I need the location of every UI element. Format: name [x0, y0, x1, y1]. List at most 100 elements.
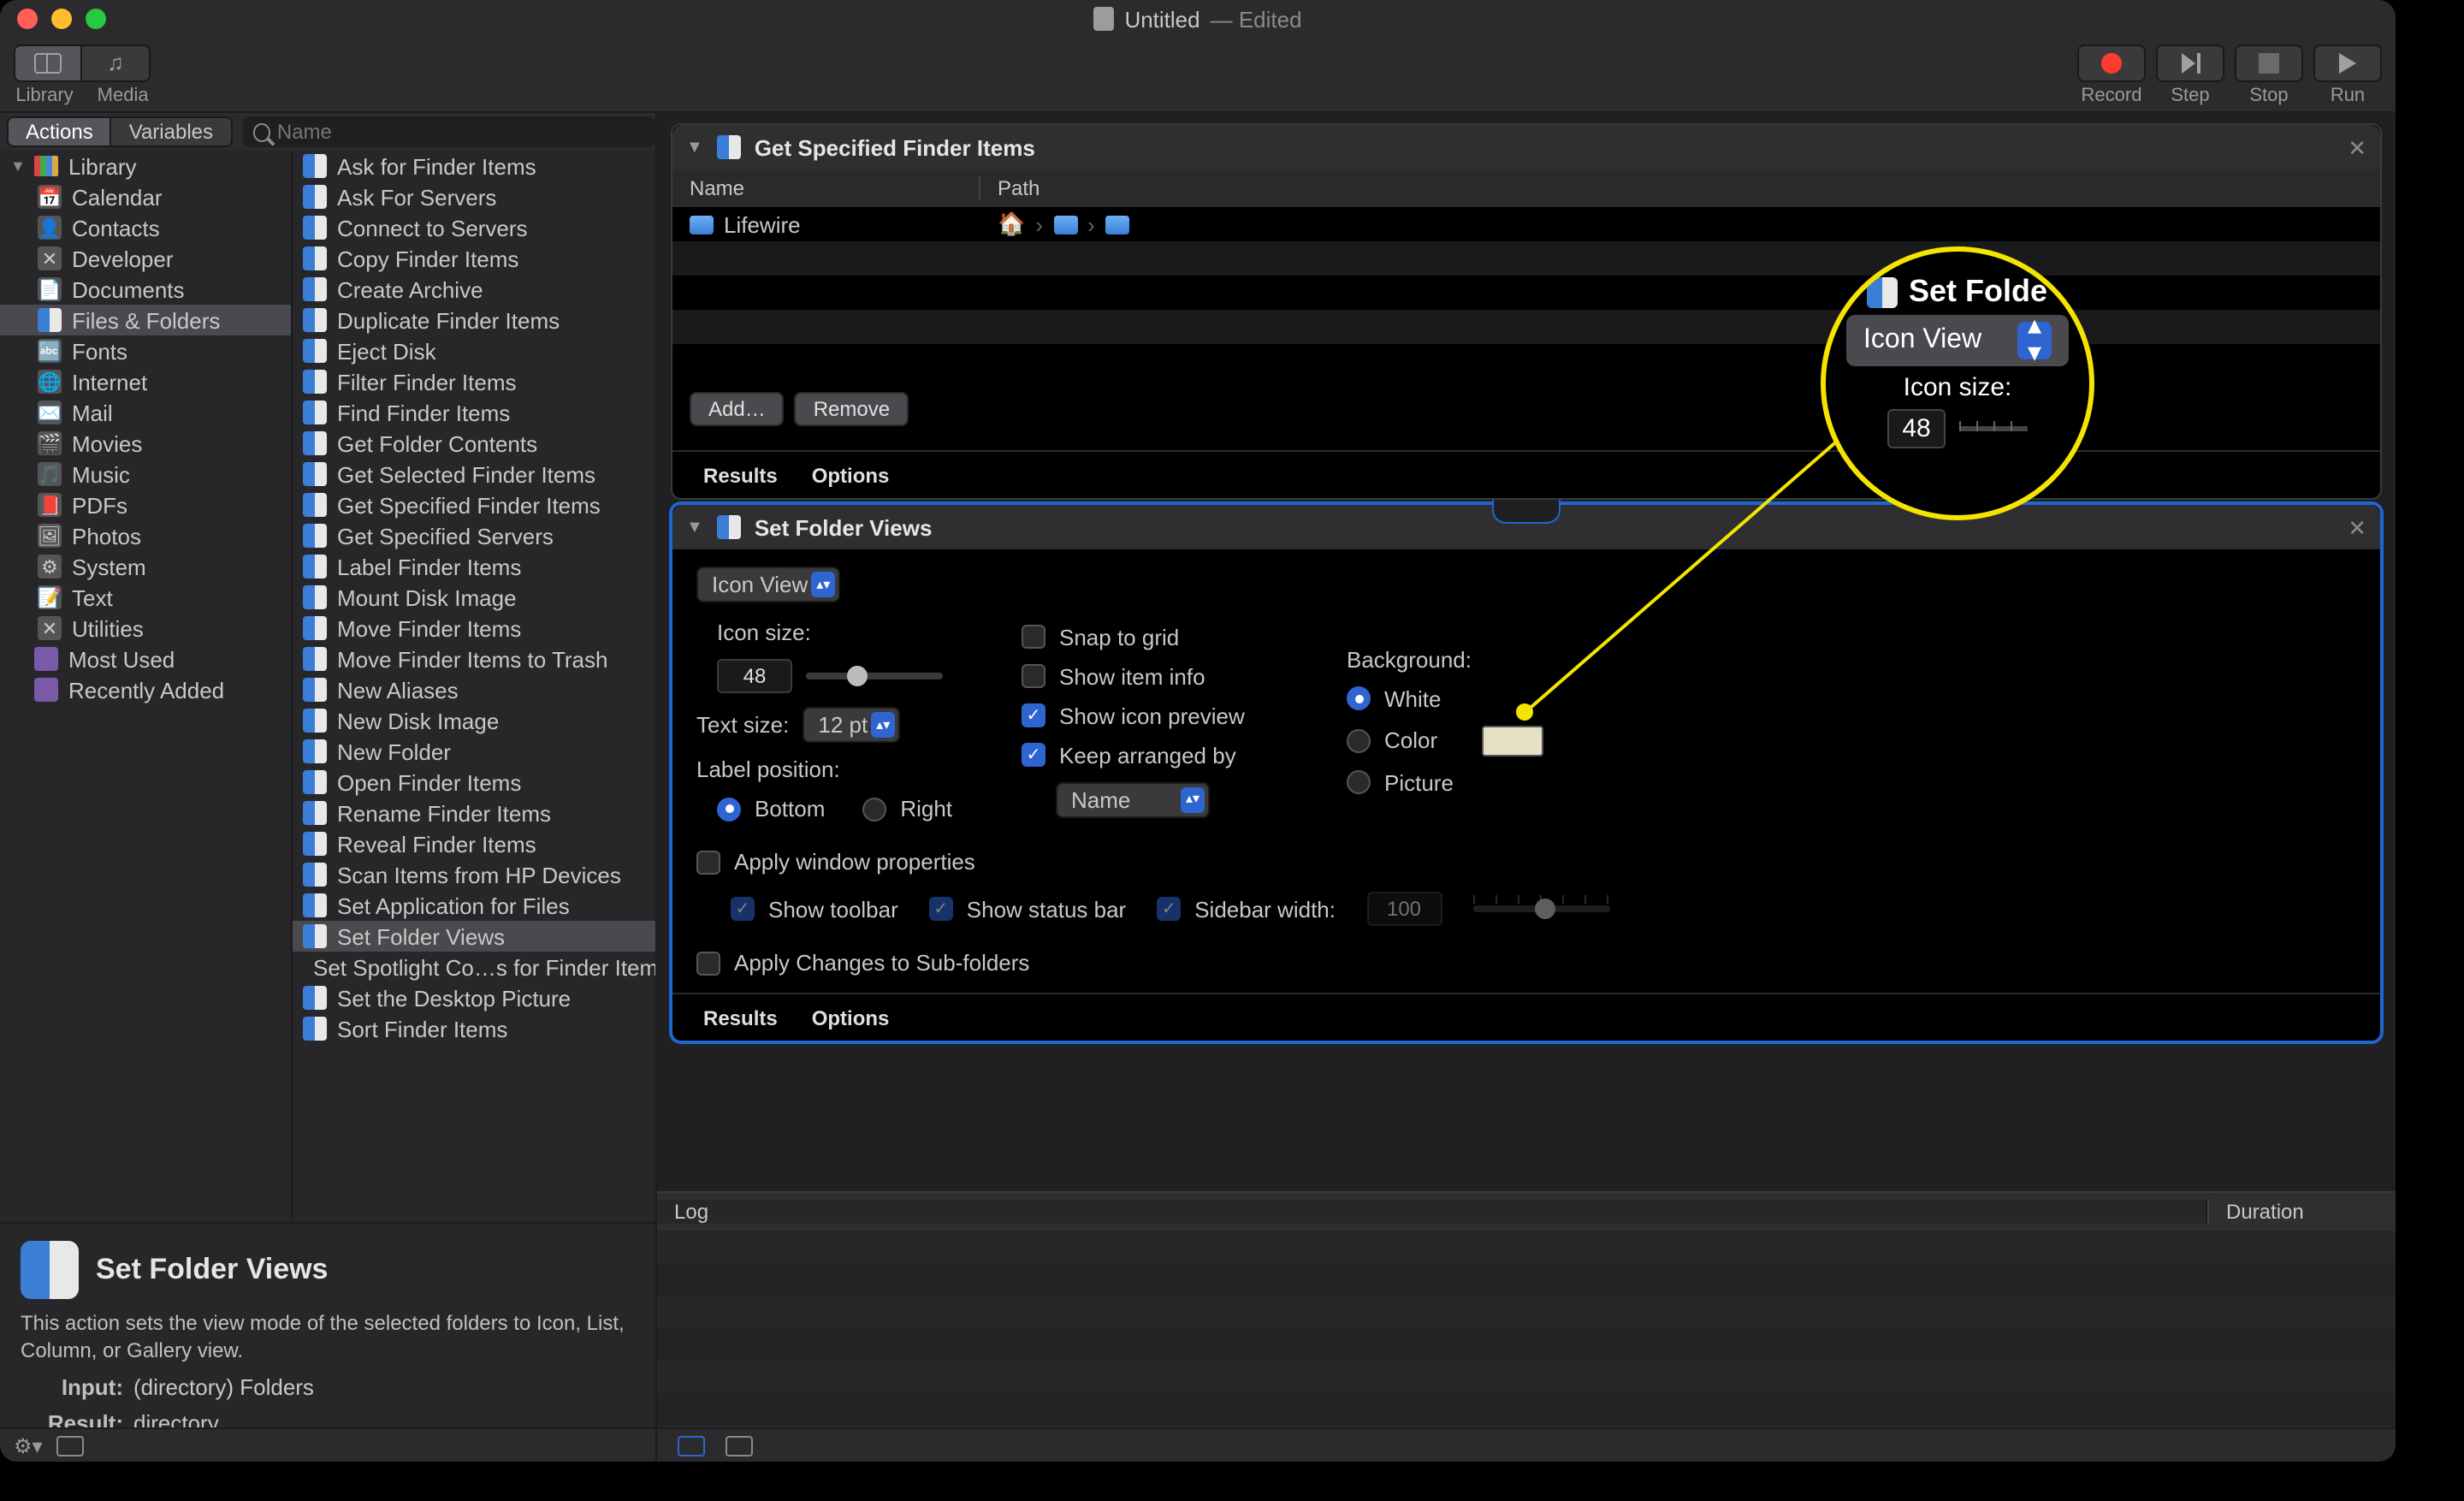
library-category[interactable]: 🔤Fonts — [0, 335, 291, 366]
run-button[interactable] — [2313, 44, 2382, 81]
library-action[interactable]: Sort Finder Items — [293, 1013, 655, 1044]
apply-window-properties-checkbox[interactable] — [696, 850, 720, 874]
bg-white-radio[interactable] — [1347, 686, 1371, 710]
view-toggle-icon[interactable] — [56, 1435, 84, 1456]
library-action[interactable]: Get Folder Contents — [293, 428, 655, 459]
library-action[interactable]: Scan Items from HP Devices — [293, 859, 655, 890]
table-row[interactable] — [672, 344, 2380, 378]
library-action[interactable]: Get Specified Servers — [293, 520, 655, 551]
keep-arranged-checkbox[interactable]: ✓ — [1022, 743, 1045, 767]
table-row[interactable] — [672, 276, 2380, 310]
results-tab[interactable]: Results — [703, 1006, 778, 1029]
library-category[interactable]: 📝Text — [0, 582, 291, 613]
table-row[interactable] — [672, 241, 2380, 276]
library-action[interactable]: Copy Finder Items — [293, 243, 655, 274]
library-category[interactable]: ✕Developer — [0, 243, 291, 274]
library-category[interactable]: 🎵Music — [0, 459, 291, 489]
column-path[interactable]: Path — [980, 176, 2380, 200]
library-action[interactable]: Set the Desktop Picture — [293, 982, 655, 1013]
bg-color-radio[interactable] — [1347, 728, 1371, 752]
library-category[interactable]: Files & Folders — [0, 305, 291, 335]
column-name[interactable]: Name — [672, 176, 980, 200]
label-right-radio[interactable] — [862, 797, 886, 821]
library-action[interactable]: Get Selected Finder Items — [293, 459, 655, 489]
duration-column[interactable]: Duration — [2207, 1200, 2396, 1224]
close-action-button[interactable]: ✕ — [2348, 515, 2366, 543]
library-category[interactable]: 🎬Movies — [0, 428, 291, 459]
disclosure-triangle-icon[interactable]: ▼ — [686, 518, 703, 537]
library-category[interactable]: ✕Utilities — [0, 613, 291, 644]
snap-to-grid-checkbox[interactable] — [1022, 625, 1045, 649]
library-action[interactable]: Ask for Finder Items — [293, 151, 655, 181]
options-tab[interactable]: Options — [812, 1006, 890, 1029]
search-field[interactable] — [242, 116, 655, 147]
library-action[interactable]: Duplicate Finder Items — [293, 305, 655, 335]
library-category[interactable]: ✉️Mail — [0, 397, 291, 428]
library-action[interactable]: Move Finder Items — [293, 613, 655, 644]
tab-variables[interactable]: Variables — [112, 116, 232, 147]
library-action[interactable]: Move Finder Items to Trash — [293, 644, 655, 674]
add-button[interactable]: Add… — [690, 392, 785, 426]
flow-view-icon[interactable] — [678, 1435, 705, 1456]
library-smart-folder[interactable]: Recently Added — [0, 674, 291, 705]
list-view-icon[interactable] — [726, 1435, 753, 1456]
log-column[interactable]: Log — [657, 1200, 2207, 1224]
bg-picture-radio[interactable] — [1347, 770, 1371, 794]
media-toggle-button[interactable]: ♫ — [82, 44, 151, 81]
icon-size-field[interactable]: 48 — [717, 659, 792, 693]
library-action[interactable]: Create Archive — [293, 274, 655, 305]
tab-actions[interactable]: Actions — [7, 116, 112, 147]
library-action[interactable]: Reveal Finder Items — [293, 828, 655, 859]
library-action[interactable]: Mount Disk Image — [293, 582, 655, 613]
show-icon-preview-checkbox[interactable]: ✓ — [1022, 703, 1045, 727]
action-set-folder-views[interactable]: ▼ Set Folder Views ✕ Icon View▴▾ — [671, 503, 2382, 1042]
library-action[interactable]: Ask For Servers — [293, 181, 655, 212]
action-get-specified-finder-items[interactable]: ▼ Get Specified Finder Items ✕ Name Path… — [671, 123, 2382, 500]
show-item-info-checkbox[interactable] — [1022, 664, 1045, 688]
library-action[interactable]: Set Folder Views — [293, 921, 655, 952]
library-action[interactable]: Find Finder Items — [293, 397, 655, 428]
library-smart-folder[interactable]: Most Used — [0, 644, 291, 674]
options-tab[interactable]: Options — [812, 463, 890, 487]
results-tab[interactable]: Results — [703, 463, 778, 487]
step-button[interactable] — [2156, 44, 2224, 81]
library-category[interactable]: 📅Calendar — [0, 181, 291, 212]
library-root[interactable]: ▼Library — [0, 151, 291, 181]
library-category[interactable]: 🖼Photos — [0, 520, 291, 551]
library-action[interactable]: Set Application for Files — [293, 890, 655, 921]
color-swatch[interactable] — [1482, 725, 1543, 756]
arrange-by-select[interactable]: Name▴▾ — [1056, 781, 1210, 817]
library-category[interactable]: 📄Documents — [0, 274, 291, 305]
library-action[interactable]: Eject Disk — [293, 335, 655, 366]
icon-size-slider[interactable] — [806, 673, 943, 679]
library-action[interactable]: Get Specified Finder Items — [293, 489, 655, 520]
stop-button[interactable] — [2235, 44, 2303, 81]
library-toggle-button[interactable] — [14, 44, 82, 81]
close-window-button[interactable] — [17, 9, 38, 29]
disclosure-triangle-icon[interactable]: ▼ — [686, 138, 703, 157]
library-category[interactable]: ⚙System — [0, 551, 291, 582]
zoom-window-button[interactable] — [86, 9, 106, 29]
library-action[interactable]: Rename Finder Items — [293, 798, 655, 828]
minimize-window-button[interactable] — [51, 9, 72, 29]
close-action-button[interactable]: ✕ — [2348, 135, 2366, 163]
library-action[interactable]: Label Finder Items — [293, 551, 655, 582]
library-action[interactable]: Set Spotlight Co…s for Finder Items — [293, 952, 655, 982]
record-button[interactable] — [2077, 44, 2146, 81]
library-action[interactable]: New Aliases — [293, 674, 655, 705]
library-action[interactable]: Connect to Servers — [293, 212, 655, 243]
table-row[interactable] — [672, 310, 2380, 344]
text-size-select[interactable]: 12 pt▴▾ — [803, 707, 900, 743]
library-action[interactable]: New Folder — [293, 736, 655, 767]
library-category[interactable]: 🌐Internet — [0, 366, 291, 397]
apply-subfolders-checkbox[interactable] — [696, 951, 720, 975]
library-action[interactable]: New Disk Image — [293, 705, 655, 736]
view-mode-select[interactable]: Icon View▴▾ — [696, 567, 840, 602]
search-input[interactable] — [277, 120, 645, 144]
table-row[interactable]: Lifewire 🏠›› — [672, 207, 2380, 241]
library-action[interactable]: Filter Finder Items — [293, 366, 655, 397]
library-action[interactable]: Open Finder Items — [293, 767, 655, 798]
label-bottom-radio[interactable] — [717, 797, 741, 821]
library-category[interactable]: 👤Contacts — [0, 212, 291, 243]
gear-icon[interactable]: ⚙︎▾ — [14, 1433, 43, 1457]
